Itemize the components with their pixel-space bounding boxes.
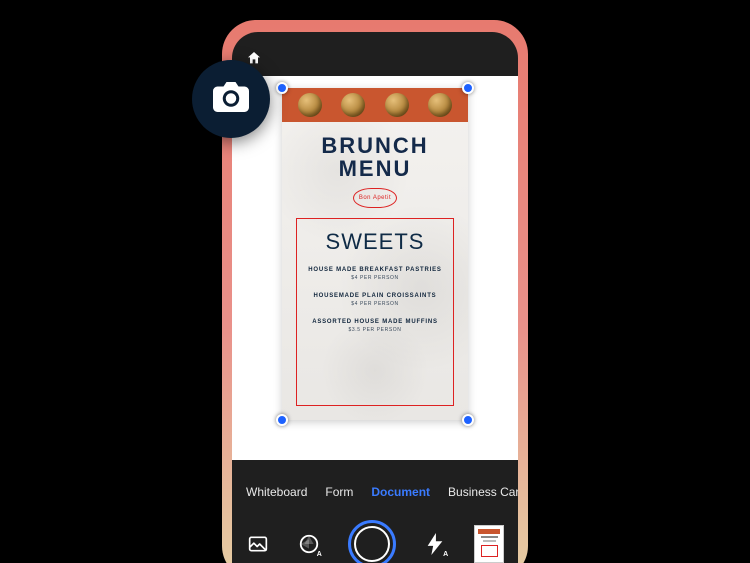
food-photo-circle (341, 93, 365, 117)
auto-capture-badge: A (316, 551, 323, 558)
thumb-line (483, 540, 496, 542)
menu-section-box: SWEETS HOUSE MADE BREAKFAST PASTRIES $4 … (296, 218, 454, 406)
menu-item: HOUSE MADE BREAKFAST PASTRIES $4 PER PER… (303, 267, 447, 281)
menu-item-price: $4 PER PERSON (303, 275, 447, 281)
menu-header-strip (282, 88, 468, 122)
flash-toggle[interactable]: A (423, 532, 447, 556)
menu-title: BRUNCH MENU (282, 134, 468, 180)
mode-form[interactable]: Form (325, 485, 353, 499)
auto-capture-toggle[interactable]: A (297, 532, 321, 556)
menu-section-title: SWEETS (303, 229, 447, 255)
food-photo-circle (298, 93, 322, 117)
app-top-bar (232, 32, 518, 76)
bottom-toolbar: A A (232, 508, 518, 563)
recent-scan-thumbnail[interactable] (474, 525, 504, 563)
menu-item-price: $3.5 PER PERSON (303, 327, 447, 333)
menu-title-line2: MENU (282, 157, 468, 180)
mode-document[interactable]: Document (371, 485, 430, 499)
thumb-box (481, 545, 499, 557)
shutter-button[interactable] (348, 520, 396, 563)
scanned-document[interactable]: BRUNCH MENU Bon Apetit SWEETS HOUSE MADE… (282, 88, 468, 420)
shutter-ring-inner (354, 526, 390, 562)
menu-item-name: ASSORTED HOUSE MADE MUFFINS (303, 319, 447, 325)
menu-item: HOUSEMADE PLAIN CROISSAINTS $4 PER PERSO… (303, 293, 447, 307)
mode-whiteboard[interactable]: Whiteboard (246, 485, 307, 499)
camera-viewport: BRUNCH MENU Bon Apetit SWEETS HOUSE MADE… (232, 76, 518, 460)
menu-title-line1: BRUNCH (282, 134, 468, 157)
thumb-header-strip (478, 529, 500, 534)
thumb-line (481, 536, 499, 538)
mode-business-card[interactable]: Business Card (448, 485, 518, 499)
capture-mode-strip[interactable]: Whiteboard Form Document Business Card (232, 476, 518, 508)
crop-handle-top-right[interactable] (462, 82, 474, 94)
camera-badge (192, 60, 270, 138)
crop-handle-top-left[interactable] (276, 82, 288, 94)
crop-handle-bottom-right[interactable] (462, 414, 474, 426)
menu-item-name: HOUSE MADE BREAKFAST PASTRIES (303, 267, 447, 273)
menu-item-price: $4 PER PERSON (303, 301, 447, 307)
gallery-icon[interactable] (246, 532, 270, 556)
phone-screen: BRUNCH MENU Bon Apetit SWEETS HOUSE MADE… (232, 32, 518, 563)
menu-item-name: HOUSEMADE PLAIN CROISSAINTS (303, 293, 447, 299)
food-photo-circle (385, 93, 409, 117)
flash-badge: A (442, 551, 449, 558)
menu-item: ASSORTED HOUSE MADE MUFFINS $3.5 PER PER… (303, 319, 447, 333)
menu-tagline: Bon Apetit (353, 188, 397, 208)
crop-handle-bottom-left[interactable] (276, 414, 288, 426)
camera-icon (213, 82, 249, 117)
food-photo-circle (428, 93, 452, 117)
